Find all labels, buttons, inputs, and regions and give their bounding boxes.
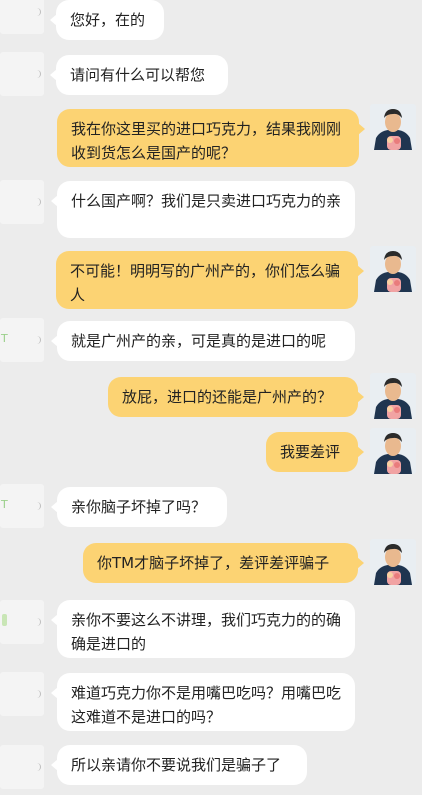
seller-avatar-mark <box>36 336 41 344</box>
buyer-avatar[interactable] <box>370 373 416 419</box>
seller-avatar[interactable] <box>0 52 44 96</box>
buyer-avatar[interactable] <box>370 246 416 292</box>
buyer-message-bubble: 不可能！明明写的广州产的，你们怎么骗人 <box>56 251 364 309</box>
seller-avatar-mark <box>36 690 41 698</box>
buyer-avatar-image <box>370 104 416 150</box>
seller-avatar[interactable] <box>0 672 44 716</box>
seller-message-bubble: 您好，在的 <box>50 0 164 40</box>
seller-avatar-mark <box>36 502 41 510</box>
seller-avatar-mark <box>36 763 41 771</box>
buyer-avatar-image <box>370 428 416 474</box>
seller-avatar-mark <box>36 8 41 16</box>
seller-message-bubble: 所以亲请你不要说我们是骗子了 <box>51 745 307 785</box>
seller-avatar-mark <box>36 198 41 206</box>
seller-message-bubble: 难道巧克力你不是用嘴巴吃吗？用嘴巴吃这难道不是进口的吗？ <box>51 673 355 731</box>
seller-message-bubble: 请问有什么可以帮您 <box>50 55 228 95</box>
seller-avatar-mark <box>36 70 41 78</box>
seller-avatar-mark <box>36 618 41 626</box>
buyer-avatar-image <box>370 539 416 585</box>
edge-fragment-icon: T <box>1 332 8 345</box>
buyer-message-bubble: 你TM才脑子坏掉了，差评差评骗子 <box>83 543 364 583</box>
buyer-message-bubble: 我在你这里买的进口巧克力，结果我刚刚收到货怎么是国产的呢？ <box>57 109 365 167</box>
buyer-avatar[interactable] <box>370 104 416 150</box>
seller-message-bubble: 亲你脑子坏掉了吗？ <box>51 487 227 527</box>
seller-message-bubble: 什么国产啊？我们是只卖进口巧克力的亲 <box>51 181 355 238</box>
chat-window: 您好，在的 请问有什么可以帮您 我在你这里买的进口巧克力，结果我刚刚收到货怎么是… <box>0 0 422 795</box>
buyer-avatar-image <box>370 246 416 292</box>
buyer-message-bubble: 放屁，进口的还能是广州产的？ <box>108 377 364 417</box>
buyer-avatar[interactable] <box>370 428 416 474</box>
seller-message-bubble: 亲你不要这么不讲理，我们巧克力的的确确是进口的 <box>51 600 355 658</box>
seller-avatar[interactable] <box>0 0 44 34</box>
edge-fragment-icon: T <box>1 498 8 511</box>
buyer-avatar[interactable] <box>370 539 416 585</box>
seller-avatar[interactable] <box>0 600 44 644</box>
buyer-avatar-image <box>370 373 416 419</box>
seller-avatar[interactable] <box>0 745 44 789</box>
seller-avatar[interactable] <box>0 180 44 224</box>
seller-message-bubble: 就是广州产的亲，可是真的是进口的呢 <box>51 321 355 361</box>
buyer-message-bubble: 我要差评 <box>266 432 364 472</box>
avatar-leaf-icon <box>2 614 7 626</box>
